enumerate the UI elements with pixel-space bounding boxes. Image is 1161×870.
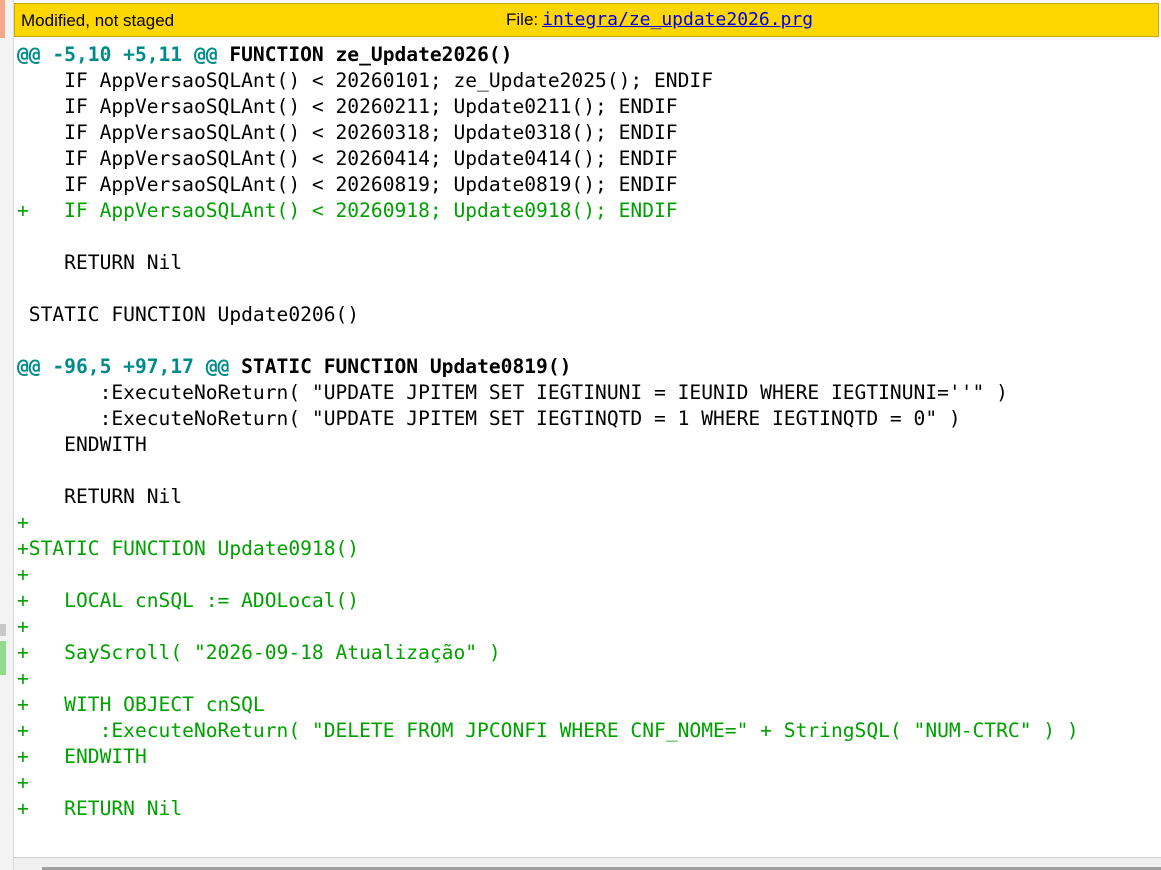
diff-line-added: + :ExecuteNoReturn( "DELETE FROM JPCONFI…	[17, 719, 1079, 742]
horizontal-scrollbar[interactable]	[14, 857, 1161, 870]
file-path-link[interactable]: integra/ze_update2026.prg	[542, 9, 813, 30]
diff-line-added: +	[17, 771, 29, 794]
gutter-marker	[0, 624, 6, 636]
diff-hunk-header: @@ -5,10 +5,11 @@ FUNCTION ze_Update2026…	[17, 42, 1161, 68]
diff-hunk-header: @@ -96,5 +97,17 @@ STATIC FUNCTION Updat…	[17, 354, 1161, 380]
left-gutter	[0, 0, 14, 870]
diff-line-added: +	[17, 667, 29, 690]
diff-line-context: IF AppVersaoSQLAnt() < 20260318; Update0…	[17, 121, 678, 144]
diff-line-added: +	[17, 615, 29, 638]
hunk-range: @@ -96,5 +97,17 @@	[17, 355, 230, 378]
diff-line-context: IF AppVersaoSQLAnt() < 20260819; Update0…	[17, 173, 678, 196]
diff-line-context: ENDWITH	[17, 433, 147, 456]
gutter-added-marker	[0, 641, 6, 675]
diff-line-context	[17, 276, 1161, 302]
diff-line-added: +	[17, 511, 29, 534]
gutter-modified-marker	[0, 0, 5, 38]
hunk-function: STATIC FUNCTION Update0819()	[229, 355, 572, 378]
hunk-function: FUNCTION ze_Update2026()	[217, 43, 513, 66]
diff-line-context: RETURN Nil	[17, 251, 183, 274]
diff-line-context: IF AppVersaoSQLAnt() < 20260414; Update0…	[17, 147, 678, 170]
diff-line-context: :ExecuteNoReturn( "UPDATE JPITEM SET IEG…	[17, 407, 961, 430]
diff-line-context: IF AppVersaoSQLAnt() < 20260101; ze_Upda…	[17, 69, 713, 92]
diff-line-context: :ExecuteNoReturn( "UPDATE JPITEM SET IEG…	[17, 381, 1008, 404]
diff-line-context: IF AppVersaoSQLAnt() < 20260211; Update0…	[17, 95, 678, 118]
file-label: File:	[506, 10, 539, 29]
diff-line-context	[17, 224, 1161, 250]
diff-line-added: + WITH OBJECT cnSQL	[17, 693, 265, 716]
diff-line-added: +	[17, 563, 29, 586]
diff-line-context: STATIC FUNCTION Update0206()	[17, 303, 360, 326]
diff-line-added: +STATIC FUNCTION Update0918()	[17, 537, 360, 560]
hunk-range: @@ -5,10 +5,11 @@	[17, 43, 218, 66]
diff-viewer-window: Modified, not staged File: integra/ze_upd…	[0, 0, 1161, 870]
diff-line-context	[17, 328, 1161, 354]
diff-line-added: + SayScroll( "2026-09-18 Atualização" )	[17, 641, 501, 664]
diff-line-context	[17, 458, 1161, 484]
diff-line-context: RETURN Nil	[17, 485, 183, 508]
diff-content[interactable]: @@ -5,10 +5,11 @@ FUNCTION ze_Update2026…	[17, 42, 1161, 856]
diff-header-bar: Modified, not staged File: integra/ze_upd…	[14, 3, 1159, 37]
file-info: File: integra/ze_update2026.prg	[506, 9, 813, 30]
diff-line-added: + LOCAL cnSQL := ADOLocal()	[17, 589, 360, 612]
diff-line-added: + ENDWITH	[17, 745, 147, 768]
file-status: Modified, not staged	[21, 11, 175, 30]
diff-line-added: + IF AppVersaoSQLAnt() < 20260918; Updat…	[17, 199, 678, 222]
diff-line-added: + RETURN Nil	[17, 797, 183, 820]
